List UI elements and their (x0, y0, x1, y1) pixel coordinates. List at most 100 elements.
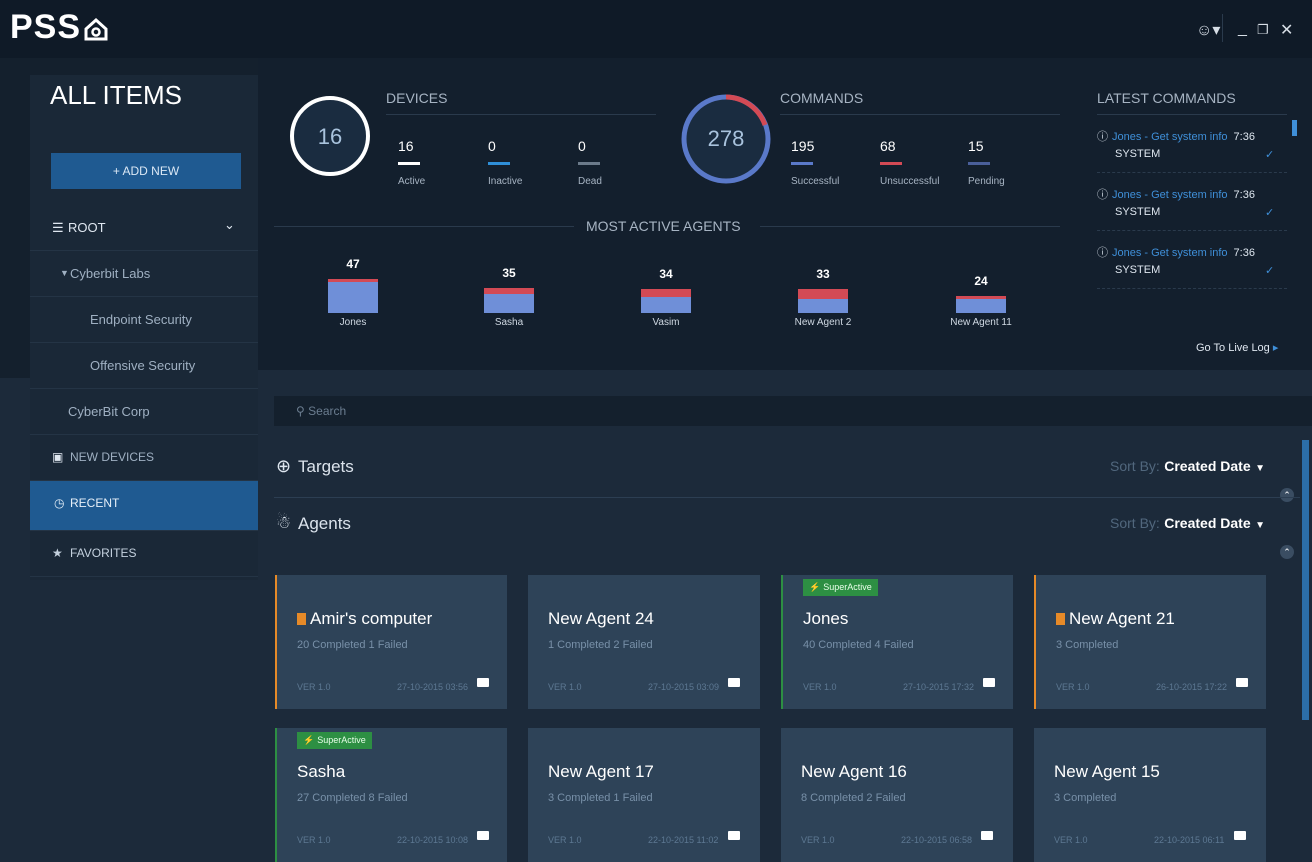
agent-card-name[interactable]: New Agent 16 (801, 762, 907, 782)
caret-down-icon: ▼ (1255, 463, 1265, 474)
agent-card-name[interactable]: New Agent 15 (1054, 762, 1160, 782)
agent-card-date: 27-10-2015 03:56 (397, 682, 469, 692)
agent-card-name[interactable]: New Agent 17 (548, 762, 654, 782)
monitor-icon[interactable] (728, 678, 740, 687)
agent-bar-count: 33 (816, 267, 830, 281)
agent-card-date: 27-10-2015 17:32 (903, 682, 975, 692)
latest-command-row: ⓘ Jones - Get system info 7:36 (1097, 128, 1287, 144)
bookmark-icon (297, 613, 306, 625)
agent-card-stats: 40 Completed 4 Failed (803, 639, 914, 651)
devices-stat-bar (398, 162, 420, 165)
star-icon: ★ (52, 546, 63, 560)
go-to-live-log-link[interactable]: Go To Live Log ▸ (1196, 341, 1278, 354)
minimize-icon[interactable]: _ (1238, 20, 1247, 38)
agent-card[interactable]: New Agent 21 3 Completed VER 1.0 26-10-2015… (1034, 575, 1266, 709)
agent-card-version: VER 1.0 (801, 835, 835, 845)
chevron-down-icon[interactable]: ⌄ (224, 217, 235, 233)
commands-stat-label: Unsuccessful (880, 176, 940, 187)
user-menu-icon[interactable]: ☺▾ (1196, 20, 1220, 40)
sidebar-item-recent[interactable]: ◷ RECENT (30, 481, 258, 531)
search-placeholder: Search (308, 404, 347, 418)
agent-card-name[interactable]: New Agent 24 (548, 609, 654, 629)
latest-command-item[interactable]: ⓘ Jones - Get system info 7:36 SYSTEM ✓ (1097, 128, 1287, 161)
collapse-targets-icon[interactable]: ⌃ (1280, 488, 1294, 502)
agent-card-date: 22-10-2015 06:58 (901, 835, 973, 845)
agent-bar-failed (798, 289, 848, 299)
agent-card[interactable]: New Agent 15 3 Completed VER 1.0 22-10-2015… (1034, 728, 1266, 862)
tree-icon: ☰ (52, 220, 64, 235)
sidebar-item-new-devices[interactable]: ▣ NEW DEVICES (30, 435, 258, 481)
sidebar-item-offensive-security[interactable]: Offensive Security (30, 343, 258, 389)
commands-stat-label: Pending (968, 176, 1005, 187)
sidebar-item-label: ROOT (68, 220, 106, 235)
agent-card-name[interactable]: Sasha (297, 762, 345, 782)
badge-label: SuperActive (317, 735, 366, 745)
agent-card-name-label: New Agent 21 (1069, 609, 1175, 628)
sidebar-item-endpoint-security[interactable]: Endpoint Security (30, 297, 258, 343)
main-scrollbar[interactable] (1302, 440, 1309, 720)
agent-card-version: VER 1.0 (548, 835, 582, 845)
sidebar-item-cyberbit-corp[interactable]: CyberBit Corp (30, 389, 258, 435)
search-icon: ⚲ (296, 404, 305, 418)
commands-divider (780, 114, 1060, 115)
sidebar-title: ALL ITEMS (50, 80, 182, 110)
latest-divider (1097, 114, 1287, 115)
latest-command-time: 7:36 (1233, 189, 1255, 201)
monitor-icon[interactable] (1236, 678, 1248, 687)
monitor-icon[interactable] (1234, 831, 1246, 840)
monitor-icon[interactable] (477, 678, 489, 687)
latest-command-row: ⓘ Jones - Get system info 7:36 (1097, 186, 1287, 202)
collapse-agents-icon[interactable]: ⌃ (1280, 545, 1294, 559)
latest-command-item[interactable]: ⓘ Jones - Get system info 7:36 SYSTEM ✓ (1097, 244, 1287, 277)
info-icon: ⓘ (1097, 247, 1108, 259)
latest-command-text[interactable]: Jones - Get system info (1112, 131, 1228, 143)
agent-card-date: 22-10-2015 11:02 (648, 835, 719, 845)
targets-title[interactable]: Targets (298, 457, 354, 477)
agent-card-version: VER 1.0 (297, 682, 331, 692)
agent-card-stats: 3 Completed (1054, 792, 1117, 804)
add-new-button[interactable]: + ADD NEW (51, 153, 241, 189)
agent-card[interactable]: ⚡ SuperActive Jones 40 Completed 4 Failed VE… (781, 575, 1013, 709)
titlebar-divider (1222, 14, 1223, 42)
sidebar-item-cyberbit-labs[interactable]: ▼ Cyberbit Labs (30, 251, 258, 297)
monitor-icon[interactable] (477, 831, 489, 840)
agent-card-name[interactable]: Amir's computer (297, 609, 432, 629)
monitor-icon[interactable] (981, 831, 993, 840)
restore-icon[interactable]: ❐ (1257, 22, 1269, 38)
targets-sort[interactable]: Sort By: Created Date ▼ (1110, 458, 1265, 476)
sidebar-item-favorites[interactable]: ★ FAVORITES (30, 531, 258, 577)
latest-command-item[interactable]: ⓘ Jones - Get system info 7:36 SYSTEM ✓ (1097, 186, 1287, 219)
agents-sort[interactable]: Sort By: Created Date ▼ (1110, 515, 1265, 533)
agent-card-stats: 20 Completed 1 Failed (297, 639, 408, 651)
most-active-title: MOST ACTIVE AGENTS (586, 218, 741, 234)
agent-card[interactable]: New Agent 17 3 Completed 1 Failed VER 1.0 2… (528, 728, 760, 862)
sidebar-item-root[interactable]: ☰ ROOT ⌄ (30, 205, 258, 251)
agents-title[interactable]: Agents (298, 514, 351, 534)
search-input[interactable]: ⚲ Search (296, 404, 346, 418)
logo-text: PSS (10, 8, 82, 46)
latest-command-text[interactable]: Jones - Get system info (1112, 189, 1228, 201)
badge-label: SuperActive (823, 582, 872, 592)
close-icon[interactable]: ✕ (1280, 20, 1293, 40)
agent-card[interactable]: New Agent 24 1 Completed 2 Failed VER 1.0 2… (528, 575, 760, 709)
monitor-icon[interactable] (728, 831, 740, 840)
agent-card[interactable]: New Agent 16 8 Completed 2 Failed VER 1.0 2… (781, 728, 1013, 862)
agent-card[interactable]: ⚡ SuperActive Sasha 27 Completed 8 Failed VE… (275, 728, 507, 862)
sidebar-item-label: Cyberbit Labs (70, 266, 151, 281)
lightning-icon: ⚡ (809, 582, 821, 592)
search-bar[interactable] (274, 396, 1312, 426)
agent-card-name[interactable]: New Agent 21 (1056, 609, 1175, 629)
agent-card-name[interactable]: Jones (803, 609, 848, 629)
latest-command-text[interactable]: Jones - Get system info (1112, 247, 1228, 259)
agent-card[interactable]: Amir's computer 20 Completed 1 Failed VER … (275, 575, 507, 709)
latest-scrollbar[interactable] (1292, 120, 1297, 136)
lightning-icon: ⚡ (303, 735, 315, 745)
devices-stat-bar (488, 162, 510, 165)
agent-bar-label: New Agent 2 (794, 317, 852, 328)
bookmark-icon (1056, 613, 1065, 625)
devices-stat-value: 0 (578, 138, 586, 154)
agent-bar (484, 288, 534, 313)
agent-bar-count: 24 (974, 274, 988, 288)
agent-bar-label: Sasha (494, 317, 524, 328)
monitor-icon[interactable] (983, 678, 995, 687)
